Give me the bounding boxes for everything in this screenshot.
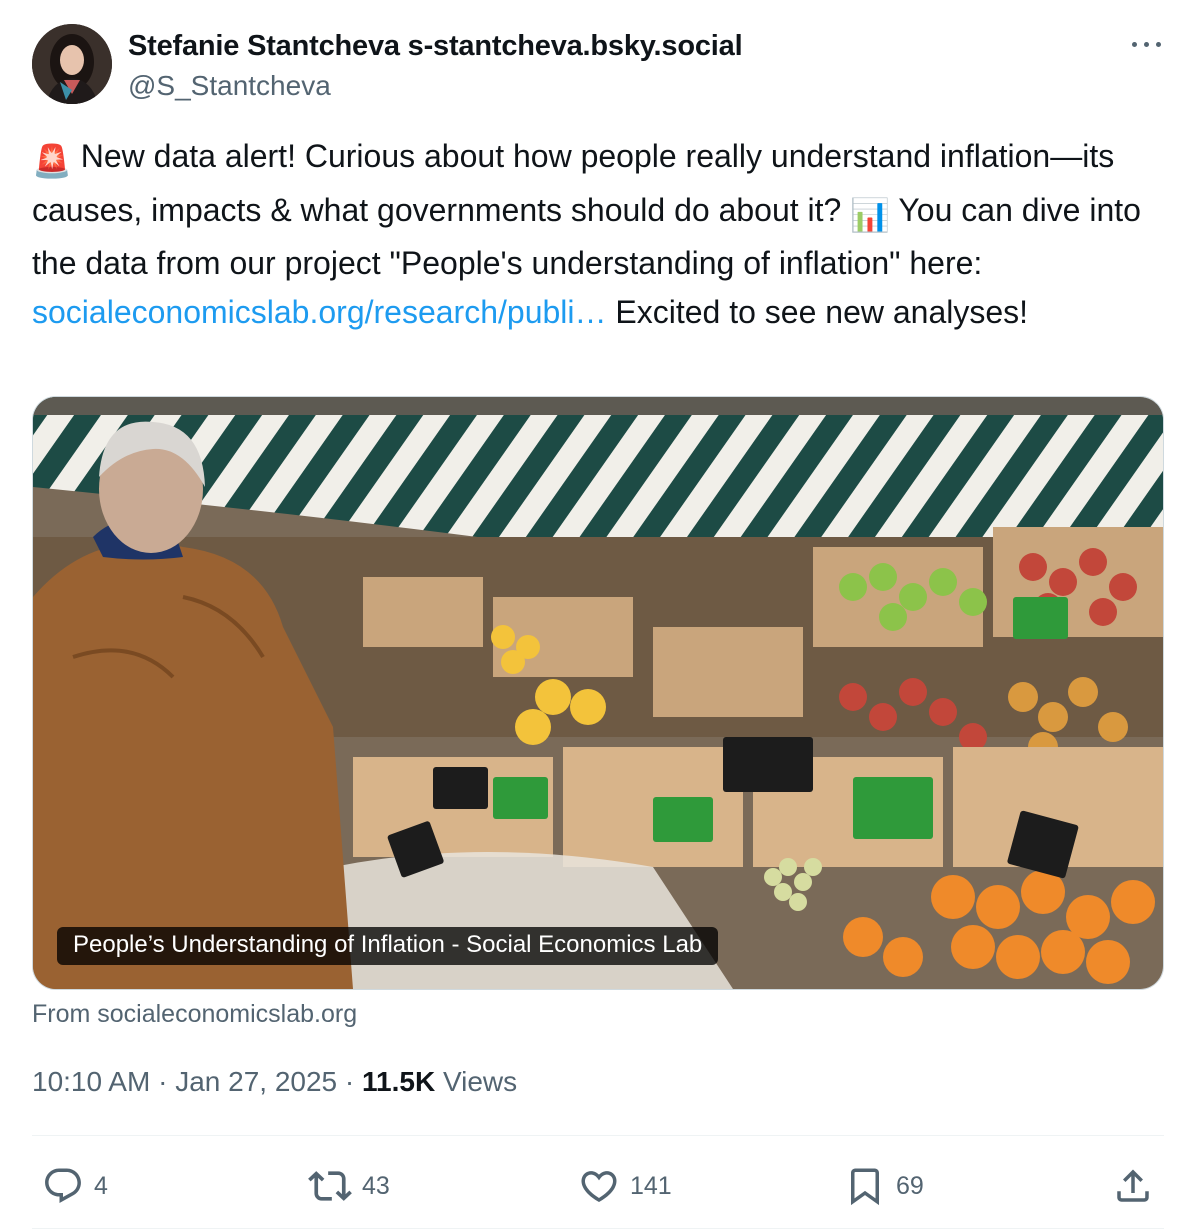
like-count: 141 [630,1171,672,1200]
author-display-name[interactable]: Stefanie Stantcheva s-stantcheva.bsky.so… [128,30,743,63]
market-photo [33,397,1163,989]
avatar[interactable] [32,24,112,104]
tweet-date[interactable]: Jan 27, 2025 [175,1066,337,1097]
reply-count: 4 [94,1171,108,1200]
more-options-icon[interactable] [1130,34,1164,54]
link-card[interactable]: People’s Understanding of Inflation - So… [32,396,1164,990]
bookmark-button[interactable]: 69 [844,1156,924,1216]
reply-button[interactable]: 4 [42,1156,108,1216]
bookmark-icon [851,1168,879,1206]
repost-button[interactable]: 43 [308,1156,390,1216]
card-source[interactable]: From socialeconomicslab.org [32,1000,357,1029]
bar-chart-icon: 📊 [850,196,891,233]
tweet-time[interactable]: 10:10 AM [32,1066,150,1097]
divider [32,1135,1164,1136]
tweet-text-part3: Excited to see new analyses! [606,293,1029,330]
reply-icon [45,1168,81,1203]
divider [32,1228,1164,1229]
repost-count: 43 [362,1171,390,1200]
bookmark-count: 69 [896,1171,924,1200]
siren-icon: 🚨 [32,143,72,179]
card-title: People’s Understanding of Inflation - So… [57,927,719,965]
tweet-meta: 10:10 AM · Jan 27, 2025 · 11.5K Views [32,1066,517,1098]
share-button[interactable] [1112,1156,1154,1216]
like-button[interactable]: 141 [578,1156,672,1216]
author-handle[interactable]: @S_Stantcheva [128,70,331,102]
views-count: 11.5K [362,1066,436,1097]
tweet-text: 🚨 New data alert! Curious about how peop… [32,132,1167,336]
heart-icon [581,1171,617,1203]
meta-separator: · [150,1066,176,1097]
views-label: Views [435,1066,518,1097]
meta-separator: · [337,1066,363,1097]
tweet-link[interactable]: socialeconomicslab.org/research/publi… [32,294,607,330]
action-bar: 4 43 141 69 [32,1156,1164,1216]
share-icon [1117,1169,1149,1202]
tweet-header: Stefanie Stantcheva s-stantcheva.bsky.so… [32,24,1164,106]
repost-icon [308,1171,352,1201]
